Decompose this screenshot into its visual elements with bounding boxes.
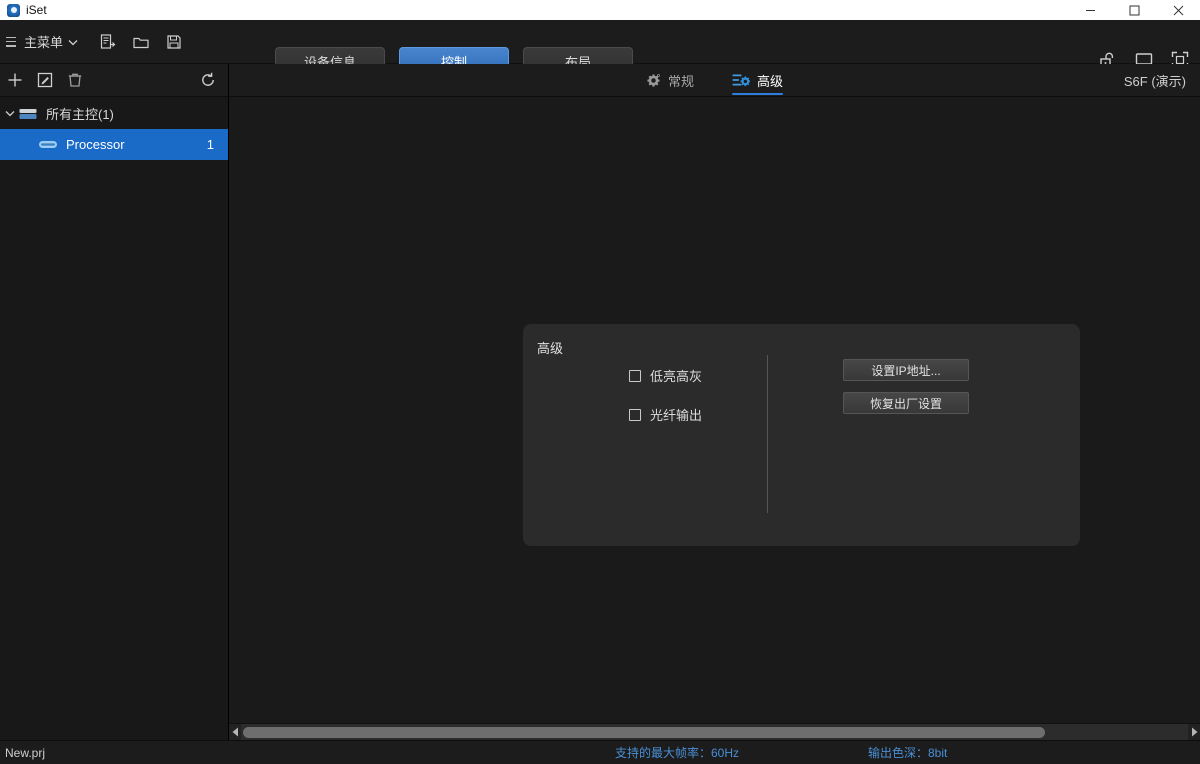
factory-reset-button[interactable]: 恢复出厂设置 [843,392,969,414]
sidebar: 所有主控(1) Processor 1 [0,64,229,740]
application-window: iSet 主菜单 设备信息 控制 布局 所有主控(1) Processor 1 … [0,0,1200,764]
tab-advanced[interactable]: 高级 [730,64,785,97]
window-title: iSet [26,3,47,17]
tab-advanced-label: 高级 [757,73,784,89]
refresh-icon[interactable] [194,66,222,94]
status-bar: New.prj 支持的最大帧率：60Hz 输出色深：8bit [0,740,1200,764]
main-content: 常规 高级 S6F (演示) 高级 低亮高灰 光纤输出 设置IP地址... 恢复… [229,64,1200,741]
title-bar-left: iSet [0,3,47,17]
chevron-down-icon[interactable] [2,110,18,117]
processor-icon [38,139,58,151]
scrollbar-thumb[interactable] [243,726,1045,738]
scroll-left-icon[interactable] [229,724,241,741]
status-color-depth: 输出色深：8bit [868,746,948,760]
body-split: 所有主控(1) Processor 1 常规 高级 S6F (演示) 高级 低亮… [0,64,1200,741]
status-max-frame-rate: 支持的最大帧率：60Hz [615,746,740,760]
settings-tab-bar: 常规 高级 S6F (演示) [229,64,1200,97]
tab-general[interactable]: 常规 [644,64,696,97]
window-controls [1068,0,1200,20]
scrollbar-track[interactable] [241,723,1188,741]
add-icon[interactable] [0,65,30,95]
title-bar: iSet [0,0,1200,20]
save-project-icon[interactable] [160,28,188,56]
edit-icon[interactable] [30,65,60,95]
hamburger-icon[interactable] [6,36,16,47]
checkbox-fiber-output[interactable]: 光纤输出 [629,405,702,424]
chevron-down-icon [68,33,78,51]
app-logo-icon [7,3,20,17]
menu-bar: 主菜单 设备信息 控制 布局 [0,20,1200,76]
tree-item-count: 1 [206,137,214,152]
checkbox-low-brightness-high-grayscale[interactable]: 低亮高灰 [629,366,702,385]
checkbox-box[interactable] [629,408,641,421]
checkbox-label: 光纤输出 [650,408,703,423]
status-project-file: New.prj [5,745,46,760]
sidebar-toolbar [0,64,228,97]
checkbox-label: 低亮高灰 [650,369,703,384]
panel-title: 高级 [537,341,564,356]
advanced-settings-panel: 高级 低亮高灰 光纤输出 设置IP地址... 恢复出厂设置 [523,324,1080,546]
file-toolbar [94,28,188,56]
horizontal-scrollbar[interactable] [229,723,1200,741]
tree-item-processor[interactable]: Processor 1 [0,129,228,160]
advanced-settings-icon [732,73,750,88]
device-tree: 所有主控(1) Processor 1 [0,97,228,740]
close-button[interactable] [1156,0,1200,20]
delete-icon[interactable] [60,65,90,95]
main-menu-button[interactable]: 主菜单 [24,32,78,51]
panel-divider [767,355,768,513]
panel-button-group: 设置IP地址... 恢复出厂设置 [843,359,969,414]
minimize-button[interactable] [1068,0,1112,20]
main-menu-label: 主菜单 [24,35,64,50]
tab-general-label: 常规 [667,73,694,89]
gear-icon [646,73,661,88]
current-device-name: S6F (演示) [1123,73,1186,89]
set-ip-address-button[interactable]: 设置IP地址... [843,359,969,381]
controller-icon [18,107,38,121]
checkbox-box[interactable] [629,369,641,382]
scroll-right-icon[interactable] [1188,724,1200,741]
new-project-icon[interactable] [94,28,122,56]
checkbox-group: 低亮高灰 光纤输出 [629,366,702,424]
maximize-button[interactable] [1112,0,1156,20]
settings-canvas: 高级 低亮高灰 光纤输出 设置IP地址... 恢复出厂设置 [229,97,1200,723]
tree-root-label: 所有主控(1) [46,107,114,122]
tree-item-label: Processor [66,137,125,152]
open-project-icon[interactable] [127,28,155,56]
tree-root-all-controllers[interactable]: 所有主控(1) [0,98,228,129]
